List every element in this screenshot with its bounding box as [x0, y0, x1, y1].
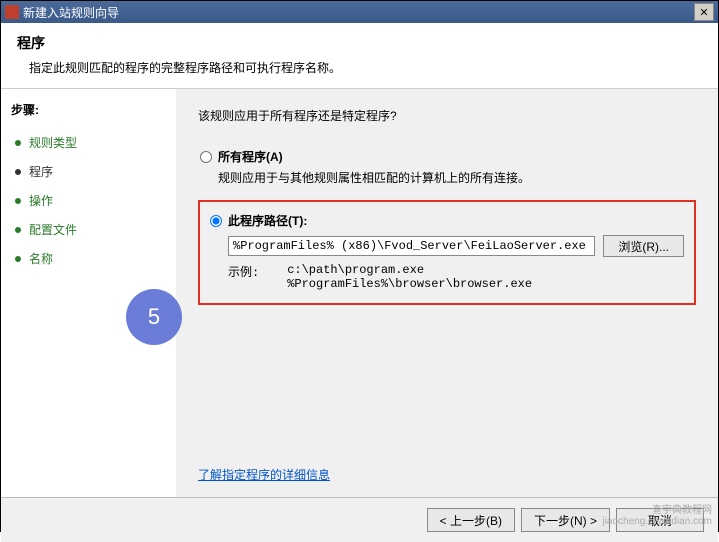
titlebar: 新建入站规则向导 ✕ — [1, 1, 718, 23]
option-all-programs: 所有程序(A) 规则应用于与其他规则属性相匹配的计算机上的所有连接。 — [198, 148, 696, 186]
step-label: 程序 — [29, 163, 53, 180]
question-text: 该规则应用于所有程序还是特定程序? — [198, 107, 696, 124]
step-label: 规则类型 — [29, 134, 77, 151]
step-rule-type[interactable]: 规则类型 — [11, 128, 166, 157]
header: 程序 指定此规则匹配的程序的完整程序路径和可执行程序名称。 — [1, 23, 718, 89]
steps-heading: 步骤: — [11, 101, 166, 118]
main-panel: 该规则应用于所有程序还是特定程序? 所有程序(A) 规则应用于与其他规则属性相匹… — [176, 89, 718, 497]
back-button[interactable]: < 上一步(B) — [427, 508, 515, 532]
step-number-badge: 5 — [126, 289, 182, 345]
all-programs-desc: 规则应用于与其他规则属性相匹配的计算机上的所有连接。 — [218, 169, 696, 186]
step-label: 名称 — [29, 250, 53, 267]
example-line1: c:\path\program.exe — [287, 263, 424, 277]
radio-label-path: 此程序路径(T): — [228, 212, 307, 229]
watermark-line2: jiaocheng.chazidian.com — [602, 516, 712, 527]
watermark-line1: 查字典教程网 — [602, 505, 712, 516]
step-profile[interactable]: 配置文件 — [11, 215, 166, 244]
watermark: 查字典教程网 jiaocheng.chazidian.com — [602, 505, 712, 527]
next-button[interactable]: 下一步(N) > — [521, 508, 610, 532]
close-button[interactable]: ✕ — [694, 3, 714, 21]
step-label: 操作 — [29, 192, 53, 209]
example-label: 示例: — [228, 263, 259, 291]
bullet-icon — [15, 198, 21, 204]
bullet-icon — [15, 227, 21, 233]
page-description: 指定此规则匹配的程序的完整程序路径和可执行程序名称。 — [17, 59, 702, 76]
radio-this-path[interactable] — [210, 215, 222, 227]
bullet-icon — [15, 140, 21, 146]
learn-more-link[interactable]: 了解指定程序的详细信息 — [198, 466, 330, 483]
radio-label-all: 所有程序(A) — [218, 148, 283, 165]
page-title: 程序 — [17, 33, 702, 53]
program-path-input[interactable] — [228, 236, 595, 256]
step-program[interactable]: 程序 — [11, 157, 166, 186]
example-block: 示例: c:\path\program.exe %ProgramFiles%\b… — [228, 263, 684, 291]
step-action[interactable]: 操作 — [11, 186, 166, 215]
window-title: 新建入站规则向导 — [23, 4, 694, 21]
radio-all-programs[interactable] — [200, 151, 212, 163]
step-name[interactable]: 名称 — [11, 244, 166, 273]
app-icon — [5, 5, 19, 19]
browse-button[interactable]: 浏览(R)... — [603, 235, 684, 257]
example-line2: %ProgramFiles%\browser\browser.exe — [287, 277, 532, 291]
bullet-icon — [15, 169, 21, 175]
step-label: 配置文件 — [29, 221, 77, 238]
bullet-icon — [15, 256, 21, 262]
highlight-box: 此程序路径(T): 浏览(R)... 示例: c:\path\program.e… — [198, 200, 696, 305]
